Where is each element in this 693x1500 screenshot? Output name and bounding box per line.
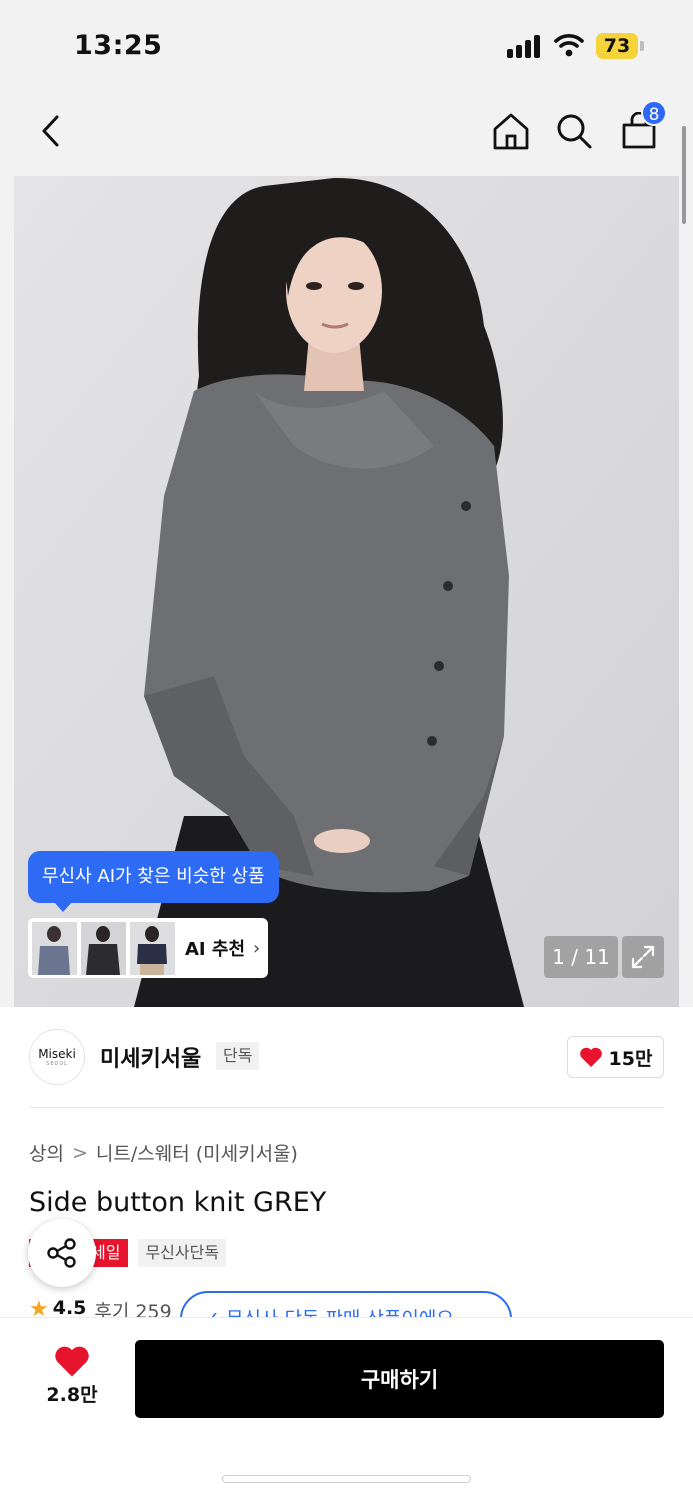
battery-indicator: 73 — [596, 33, 638, 59]
brand-logo[interactable]: Miseki SEOUL — [29, 1029, 85, 1085]
chevron-right-icon: > — [71, 1141, 88, 1164]
brand-name[interactable]: 미세키서울 — [100, 1041, 201, 1073]
ai-reco-thumbnail[interactable] — [81, 921, 126, 975]
heart-icon — [55, 1346, 89, 1377]
buy-button[interactable]: 구매하기 — [135, 1340, 664, 1418]
brand-like-button[interactable]: 15만 — [567, 1036, 664, 1078]
product-detail-screen: 13:25 73 8 무신사 AI가 찾은 비슷한 상품 AI 추천 › 1 /… — [0, 0, 693, 1500]
product-info: Miseki SEOUL 미세키서울 단독 15만 상의 > 니트/스웨터 (미… — [0, 1007, 693, 1347]
image-pager: 1 / 11 — [544, 936, 618, 978]
exclusive-badge: 무신사단독 — [138, 1239, 227, 1267]
share-icon — [47, 1238, 76, 1268]
search-button[interactable] — [549, 106, 599, 156]
battery-tip — [640, 41, 644, 51]
status-bar: 13:25 73 — [0, 0, 693, 90]
top-nav: 8 — [0, 90, 693, 176]
wishlist-button[interactable]: 2.8만 — [34, 1344, 110, 1414]
chevron-right-icon: › — [253, 937, 261, 959]
divider — [29, 1107, 664, 1108]
expand-button[interactable] — [622, 936, 664, 978]
share-button[interactable] — [28, 1219, 96, 1287]
status-time: 13:25 — [74, 30, 163, 61]
wifi-icon — [554, 34, 584, 57]
home-indicator — [222, 1475, 471, 1483]
cart-count-badge: 8 — [641, 100, 667, 126]
chevron-left-icon — [42, 115, 59, 147]
brand-exclusive-tag: 단독 — [216, 1042, 260, 1070]
back-button[interactable] — [26, 106, 76, 156]
scrollbar[interactable] — [682, 126, 686, 224]
ai-recommend-button[interactable]: AI 추천 › — [28, 918, 268, 978]
wishlist-count: 2.8만 — [46, 1384, 98, 1406]
ai-reco-thumbnail[interactable] — [32, 921, 77, 975]
product-title: Side button knit GREY — [29, 1187, 327, 1218]
home-icon — [493, 113, 529, 150]
cart-button[interactable]: 8 — [614, 100, 667, 156]
rating-score: 4.5 — [52, 1297, 87, 1319]
bottom-action-bar: 2.8만 구매하기 — [0, 1317, 693, 1500]
ai-reco-thumbnail[interactable] — [130, 921, 175, 975]
search-icon — [557, 114, 592, 149]
signal-icon — [507, 34, 543, 58]
ai-reco-label: AI 추천 — [185, 939, 246, 960]
expand-icon — [631, 945, 655, 969]
breadcrumb: 상의 > 니트/스웨터 (미세키서울) — [29, 1139, 298, 1166]
breadcrumb-item[interactable]: 상의 — [29, 1139, 64, 1166]
heart-icon — [579, 1047, 602, 1067]
breadcrumb-item[interactable]: 니트/스웨터 (미세키서울) — [96, 1139, 298, 1166]
home-button[interactable] — [486, 106, 536, 156]
brand-like-count: 15만 — [608, 1047, 653, 1070]
ai-similar-tooltip: 무신사 AI가 찾은 비슷한 상품 — [28, 851, 279, 912]
